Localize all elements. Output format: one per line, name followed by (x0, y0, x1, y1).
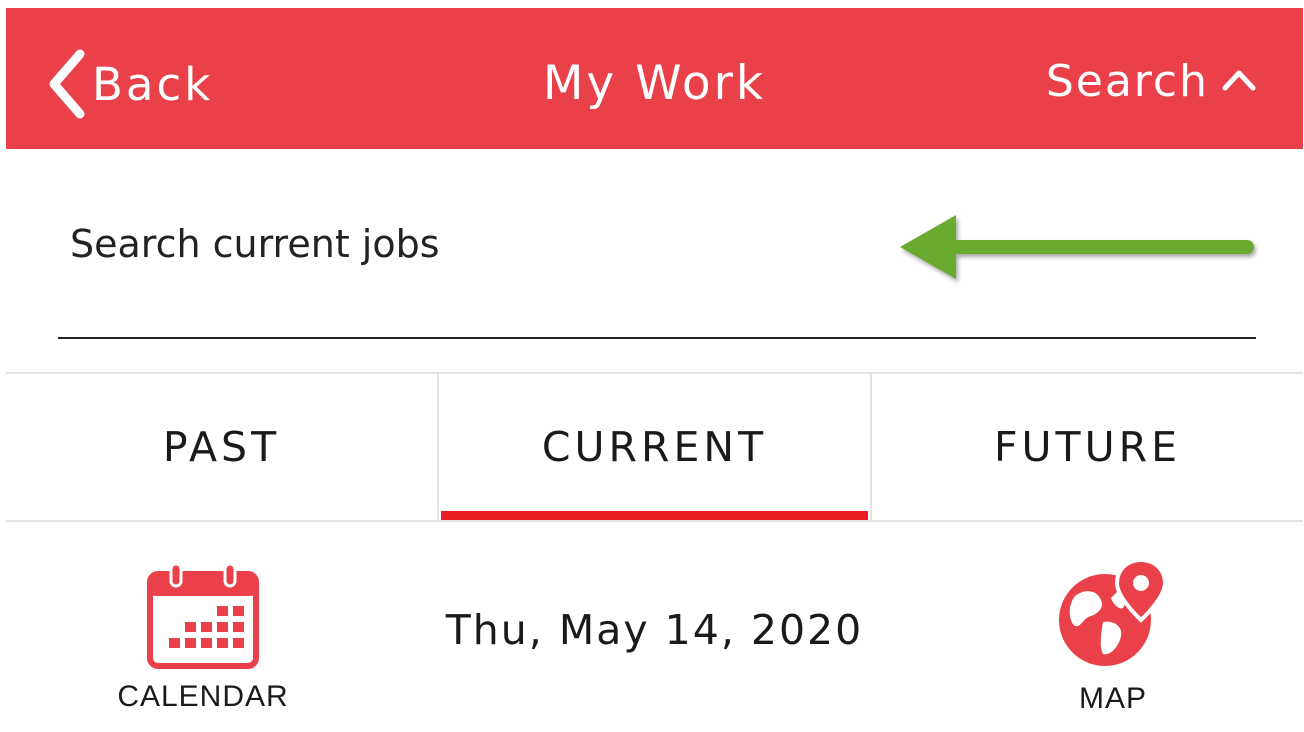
calendar-label: CALENDAR (117, 680, 289, 713)
search-toggle-label: Search (1045, 56, 1209, 107)
tab-label: CURRENT (541, 423, 768, 471)
map-label: MAP (1078, 682, 1147, 715)
search-input[interactable] (58, 199, 888, 289)
map-button[interactable]: MAP (1048, 556, 1178, 726)
globe-pin-icon (1053, 556, 1173, 676)
tab-label: FUTURE (993, 423, 1182, 471)
search-underline (58, 337, 1256, 339)
chevron-up-icon (1221, 68, 1257, 96)
tab-future[interactable]: FUTURE (870, 374, 1303, 520)
app-screen: Back My Work Search Search current jobs … (6, 8, 1303, 732)
time-tabs: PAST CURRENT FUTURE (6, 372, 1303, 522)
tab-label: PAST (162, 423, 281, 471)
tab-past[interactable]: PAST (6, 374, 437, 520)
selected-tab-indicator (441, 511, 868, 520)
top-nav-bar: Back My Work Search (6, 8, 1303, 149)
tab-current[interactable]: CURRENT (437, 374, 870, 520)
date-toolbar: CALENDAR Thu, May 14, 2020 MAP (6, 522, 1303, 732)
arrow-left-icon (892, 207, 1272, 291)
search-panel (6, 149, 1303, 373)
search-toggle-button[interactable]: Search (1046, 56, 1257, 107)
